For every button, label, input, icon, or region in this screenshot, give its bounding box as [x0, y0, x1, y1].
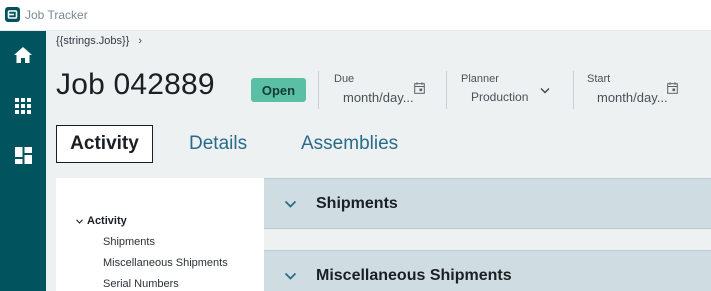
title-bar: Job Tracker [0, 0, 711, 31]
tree-item-serial-numbers[interactable]: Serial Numbers [103, 278, 179, 290]
chevron-down-icon [76, 218, 83, 224]
panel-shipments[interactable]: Shipments [264, 178, 711, 229]
tab-activity[interactable]: Activity [56, 125, 153, 163]
due-label: Due [334, 73, 355, 85]
side-navigation [0, 31, 46, 291]
breadcrumb: {{strings.Jobs}} › [56, 35, 142, 47]
breadcrumb-jobs-link[interactable]: {{strings.Jobs}} [56, 35, 129, 47]
app-window: Job Tracker {{strings.Jobs}} › Job 04288… [0, 0, 711, 291]
planner-value: Production [471, 90, 529, 104]
due-date-field[interactable]: Due month/day... [334, 73, 459, 105]
dashboard-button[interactable] [8, 140, 38, 170]
calendar-icon[interactable] [667, 82, 678, 94]
tree-item-shipments[interactable]: Shipments [103, 236, 155, 248]
start-date-input[interactable]: month/day... [597, 90, 668, 105]
panel-miscellaneous-shipments[interactable]: Miscellaneous Shipments [264, 250, 711, 291]
status-badge: Open [251, 78, 306, 102]
chevron-down-icon [540, 88, 550, 94]
activity-content: Activity Shipments Miscellaneous Shipmen… [56, 178, 711, 291]
divider [573, 71, 574, 109]
page-title: Job 042889 [56, 68, 215, 101]
tab-assemblies[interactable]: Assemblies [301, 125, 398, 163]
home-button[interactable] [8, 40, 38, 70]
tree-item-miscellaneous-shipments[interactable]: Miscellaneous Shipments [103, 257, 228, 269]
planner-select[interactable]: Planner Production [461, 73, 561, 104]
tab-details[interactable]: Details [189, 125, 247, 163]
divider [446, 71, 447, 109]
start-label: Start [587, 73, 611, 85]
chevron-down-icon [284, 200, 298, 208]
apps-grid-icon [15, 98, 31, 114]
home-icon [14, 47, 32, 63]
tree-root-activity[interactable]: Activity [76, 215, 127, 227]
panel-title: Shipments [316, 194, 398, 212]
divider [318, 71, 319, 109]
activity-tree: Activity Shipments Miscellaneous Shipmen… [56, 178, 264, 291]
app-title: Job Tracker [25, 8, 88, 22]
panel-title: Miscellaneous Shipments [316, 266, 512, 284]
dashboard-icon [14, 146, 32, 164]
calendar-icon[interactable] [414, 82, 425, 94]
planner-label: Planner [461, 73, 499, 85]
tree-root-label: Activity [87, 215, 127, 227]
panel-list: Shipments Miscellaneous Shipments [264, 178, 711, 291]
start-date-field[interactable]: Start month/day... [587, 73, 709, 105]
app-logo-icon [5, 7, 20, 22]
chevron-down-icon [284, 272, 298, 280]
apps-button[interactable] [8, 91, 38, 121]
due-date-input[interactable]: month/day... [343, 90, 414, 105]
chevron-right-icon: › [138, 35, 143, 47]
